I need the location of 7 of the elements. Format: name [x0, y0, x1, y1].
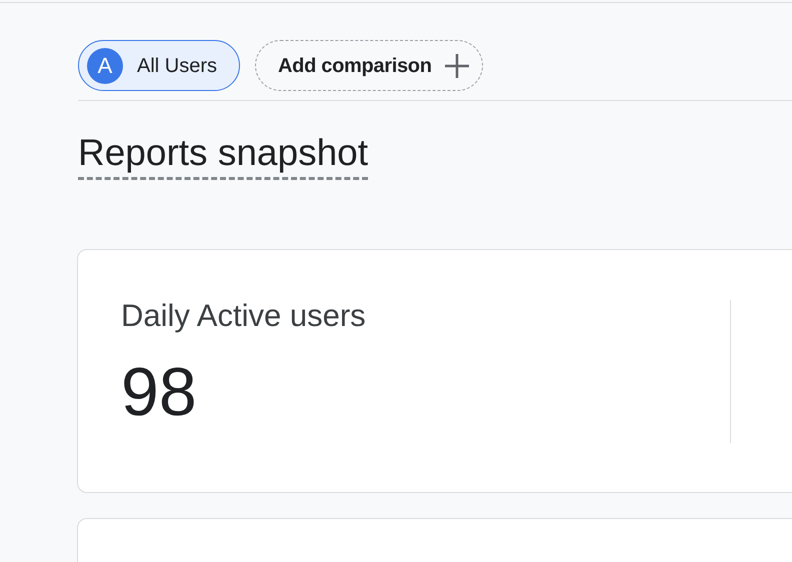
page-title[interactable]: Reports snapshot	[78, 131, 368, 180]
plus-icon	[444, 52, 470, 78]
avatar-icon: A	[87, 48, 123, 84]
metric-value: 98	[121, 354, 197, 430]
add-comparison-button[interactable]: Add comparison	[255, 40, 483, 91]
segment-chip[interactable]: A All Users	[78, 40, 240, 91]
metric-label: Daily Active users	[121, 296, 366, 334]
